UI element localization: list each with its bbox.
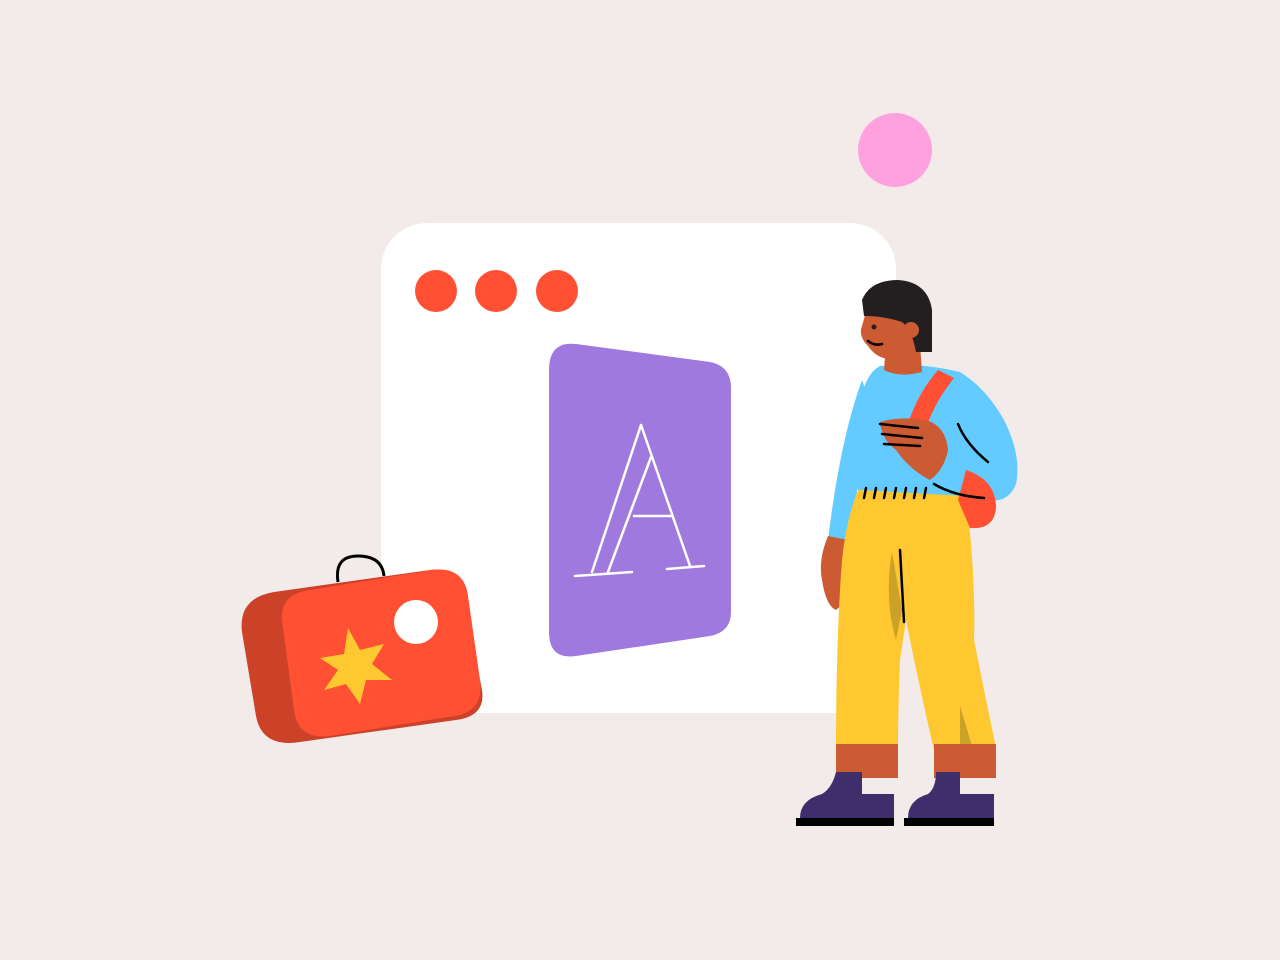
window-dot-1 — [415, 270, 457, 312]
person-right-sole — [904, 818, 994, 826]
scene-illustration — [0, 0, 1280, 960]
window-dot-3 — [536, 270, 578, 312]
suitcase-front — [281, 569, 481, 737]
font-card-plate — [549, 343, 731, 657]
illustration-stage — [0, 0, 1280, 960]
person-left-sole — [796, 818, 894, 826]
window-dot-2 — [475, 270, 517, 312]
person-eye — [871, 324, 877, 330]
suitcase-porthole — [394, 600, 438, 644]
font-card — [549, 343, 731, 657]
pink-circle-icon — [858, 113, 932, 187]
person-ear — [903, 322, 919, 338]
